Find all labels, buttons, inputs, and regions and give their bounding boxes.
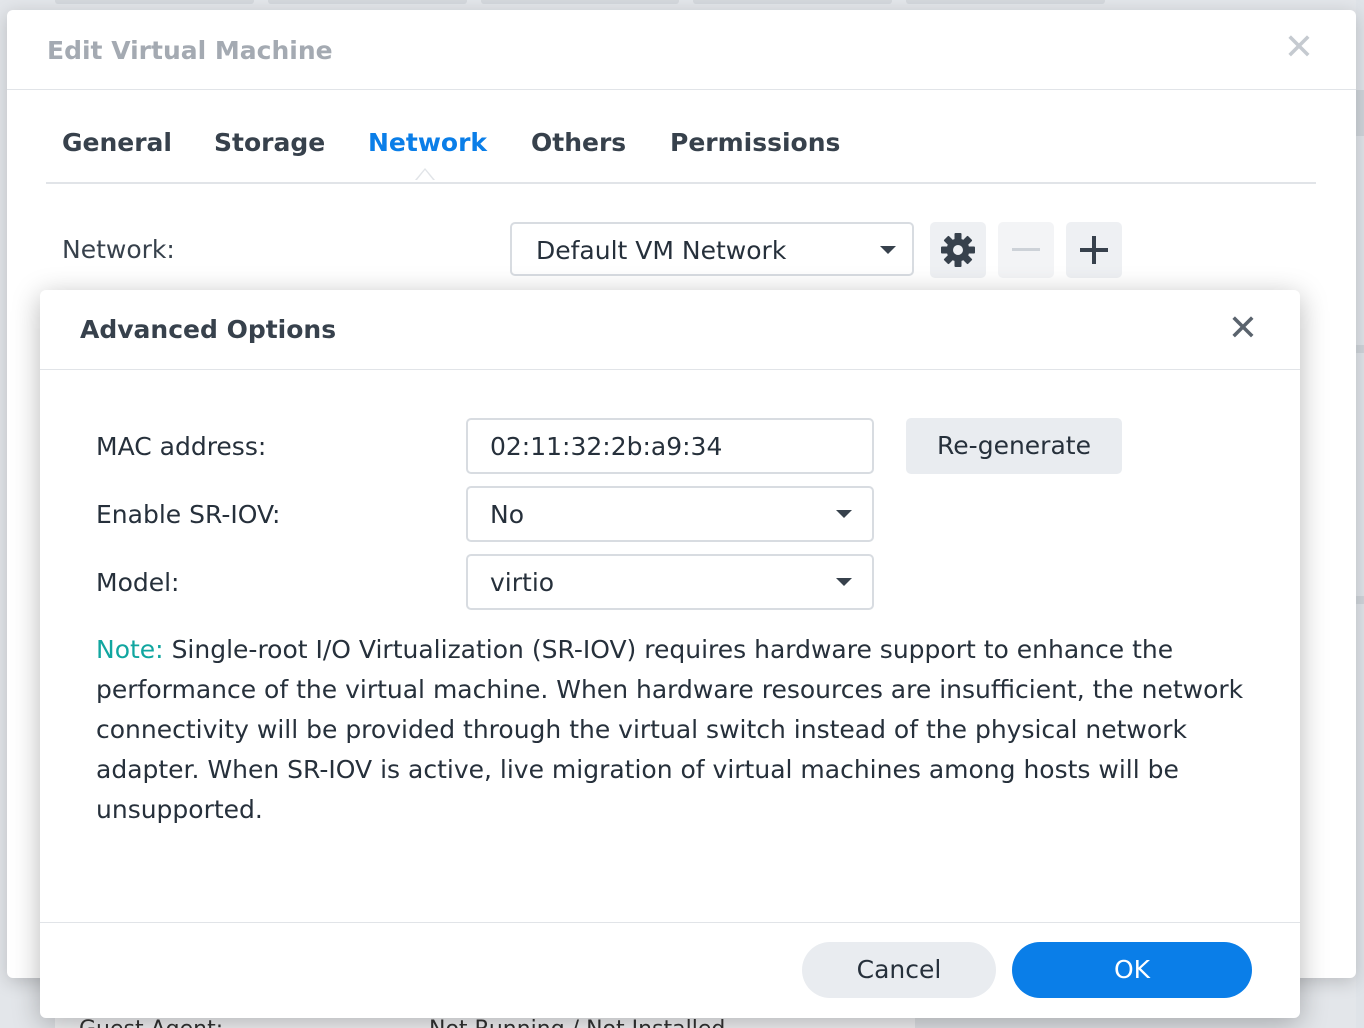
tab-others[interactable]: Others xyxy=(531,128,626,157)
chevron-down-icon xyxy=(880,246,896,254)
network-label: Network: xyxy=(62,235,175,264)
note-prefix: Note: xyxy=(96,635,164,664)
note-text: Single-root I/O Virtualization (SR-IOV) … xyxy=(96,635,1244,824)
cancel-button[interactable]: Cancel xyxy=(802,942,996,998)
mac-address-label: MAC address: xyxy=(96,432,267,461)
advanced-options-dialog: Advanced Options ✕ MAC address: 02:11:32… xyxy=(40,290,1300,1018)
add-network-button[interactable] xyxy=(1066,222,1122,278)
advanced-options-header: Advanced Options ✕ xyxy=(40,290,1300,370)
sriov-label: Enable SR-IOV: xyxy=(96,500,281,529)
network-select[interactable]: Default VM Network xyxy=(510,222,914,276)
remove-network-button[interactable] xyxy=(998,222,1054,278)
sriov-note: Note: Single-root I/O Virtualization (SR… xyxy=(96,630,1246,830)
mac-address-value: 02:11:32:2b:a9:34 xyxy=(490,432,723,461)
tab-permissions[interactable]: Permissions xyxy=(670,128,840,157)
tab-bar: General Storage Network Others Permissio… xyxy=(46,118,1316,184)
network-settings-button[interactable] xyxy=(930,222,986,278)
tab-network[interactable]: Network xyxy=(368,128,487,157)
footer-divider xyxy=(40,922,1300,923)
model-select-value: virtio xyxy=(490,568,555,597)
edit-vm-header: Edit Virtual Machine ✕ xyxy=(7,10,1356,90)
network-select-value: Default VM Network xyxy=(536,236,787,265)
minus-icon xyxy=(1012,248,1040,251)
mac-address-field[interactable]: 02:11:32:2b:a9:34 xyxy=(466,418,874,474)
model-label: Model: xyxy=(96,568,180,597)
sriov-select[interactable]: No xyxy=(466,486,874,542)
sriov-select-value: No xyxy=(490,500,524,529)
ok-button[interactable]: OK xyxy=(1012,942,1252,998)
model-select[interactable]: virtio xyxy=(466,554,874,610)
regenerate-button[interactable]: Re-generate xyxy=(906,418,1122,474)
advanced-options-title: Advanced Options xyxy=(80,315,337,344)
active-tab-indicator xyxy=(415,168,435,180)
background-scroll-strip xyxy=(1356,0,1364,1028)
background-tabs xyxy=(55,0,1105,4)
chevron-down-icon xyxy=(836,578,852,586)
close-icon[interactable]: ✕ xyxy=(1284,30,1314,66)
close-icon[interactable]: ✕ xyxy=(1228,311,1258,347)
chevron-down-icon xyxy=(836,510,852,518)
guest-agent-value: Not Running / Not Installed xyxy=(429,1017,725,1028)
tab-storage[interactable]: Storage xyxy=(214,128,325,157)
tab-general[interactable]: General xyxy=(62,128,172,157)
guest-agent-label: Guest Agent: xyxy=(79,1017,223,1028)
gear-icon xyxy=(941,233,975,267)
edit-vm-title: Edit Virtual Machine xyxy=(47,36,333,65)
